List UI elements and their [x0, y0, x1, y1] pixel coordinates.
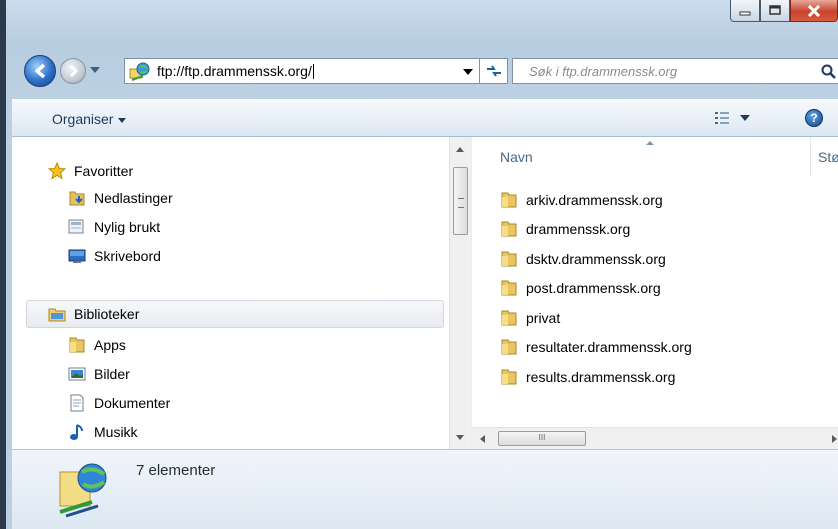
command-bar: Organiser ?	[12, 99, 838, 137]
nav-item-label: Nylig brukt	[94, 219, 161, 235]
column-separator[interactable]	[810, 137, 811, 177]
minimize-icon	[739, 11, 751, 15]
nav-favorites[interactable]: Favoritter	[48, 158, 133, 184]
file-name: privat	[526, 310, 561, 326]
nav-item-label: Dokumenter	[94, 395, 171, 411]
nav-item-music[interactable]: Musikk	[68, 419, 138, 445]
address-text[interactable]: ftp://ftp.drammenssk.org/	[157, 63, 312, 79]
folder-icon	[501, 310, 517, 326]
nav-libraries[interactable]: Biblioteker	[48, 301, 139, 327]
forward-button[interactable]	[60, 58, 86, 84]
sort-ascending-icon	[646, 141, 654, 145]
nav-item-label: Musikk	[94, 424, 138, 440]
nav-item-desktop[interactable]: Skrivebord	[68, 243, 161, 269]
list-item[interactable]: drammenssk.org	[500, 216, 630, 242]
folder-icon	[501, 192, 517, 208]
folder-icon	[501, 280, 517, 296]
refresh-button[interactable]	[480, 58, 508, 84]
forward-arrow-icon	[69, 64, 79, 78]
back-button[interactable]	[24, 55, 56, 87]
documents-icon	[68, 394, 86, 412]
libraries-icon	[48, 305, 66, 323]
folder-icon	[501, 369, 517, 385]
organise-menu-button[interactable]: Organiser	[52, 111, 127, 127]
folder-icon	[501, 221, 517, 237]
nav-item-pictures[interactable]: Bilder	[68, 361, 130, 387]
folder-icon	[501, 339, 517, 355]
column-header-size[interactable]: Stør	[818, 149, 838, 165]
explorer-window: ftp://ftp.drammenssk.org/ Søk i ftp.dram…	[0, 0, 838, 529]
list-item[interactable]: post.drammenssk.org	[500, 275, 661, 301]
list-item[interactable]: privat	[500, 305, 560, 331]
address-bar[interactable]: ftp://ftp.drammenssk.org/	[124, 58, 480, 84]
list-item[interactable]: results.drammenssk.org	[500, 364, 675, 390]
change-view-button[interactable]	[714, 111, 750, 125]
scroll-thumb[interactable]	[453, 167, 468, 235]
downloads-folder-icon	[68, 189, 86, 207]
recent-pages-dropdown-icon[interactable]	[90, 67, 100, 73]
nav-item-label: Apps	[94, 337, 126, 353]
ftp-location-icon	[59, 463, 107, 518]
file-name: resultater.drammenssk.org	[526, 339, 692, 355]
close-icon	[807, 4, 821, 17]
view-details-icon	[715, 112, 729, 124]
nav-item-documents[interactable]: Dokumenter	[68, 390, 170, 416]
caption-buttons	[730, 0, 838, 26]
item-count: 7 elementer	[136, 462, 216, 479]
file-name: results.drammenssk.org	[526, 369, 676, 385]
search-box[interactable]: Søk i ftp.drammenssk.org	[512, 58, 838, 84]
file-name: drammenssk.org	[526, 221, 631, 237]
search-input[interactable]: Søk i ftp.drammenssk.org	[529, 64, 677, 79]
organise-label: Organiser	[52, 111, 114, 127]
nav-item-downloads[interactable]: Nedlastinger	[68, 185, 173, 211]
ftp-location-icon	[129, 62, 150, 81]
folder-icon	[501, 251, 517, 267]
pictures-icon	[68, 365, 86, 383]
help-button[interactable]: ?	[805, 109, 823, 127]
file-name: arkiv.drammenssk.org	[526, 192, 663, 208]
nav-item-apps[interactable]: Apps	[68, 332, 126, 358]
scroll-up-icon[interactable]	[456, 147, 464, 152]
nav-item-label: Nedlastinger	[94, 190, 173, 206]
close-button[interactable]	[790, 0, 838, 22]
file-list: Navn Stør arkiv.drammenssk.org drammenss…	[472, 137, 838, 449]
grip-icon	[458, 198, 464, 208]
recent-places-icon	[68, 218, 86, 236]
nav-vertical-scrollbar[interactable]	[449, 137, 471, 449]
column-header-name[interactable]: Navn	[500, 149, 533, 165]
scroll-down-icon[interactable]	[456, 435, 464, 440]
scroll-thumb[interactable]: III	[498, 431, 586, 446]
file-name: post.drammenssk.org	[526, 280, 661, 296]
help-icon: ?	[810, 111, 818, 125]
chevron-down-icon	[118, 117, 127, 123]
nav-item-label: Bilder	[94, 366, 130, 382]
search-icon[interactable]	[821, 64, 837, 80]
list-item[interactable]: arkiv.drammenssk.org	[500, 187, 663, 213]
nav-item-recent[interactable]: Nylig brukt	[68, 214, 160, 240]
nav-favorites-label: Favoritter	[74, 163, 134, 179]
details-pane: 7 elementer	[12, 449, 838, 529]
navigation-row: ftp://ftp.drammenssk.org/ Søk i ftp.dram…	[24, 54, 838, 88]
back-arrow-icon	[35, 63, 46, 79]
nav-item-label: Skrivebord	[94, 248, 161, 264]
list-item[interactable]: resultater.drammenssk.org	[500, 334, 692, 360]
folder-icon	[68, 336, 86, 354]
scroll-right-icon[interactable]	[832, 435, 837, 443]
nav-libraries-label: Biblioteker	[74, 306, 140, 322]
file-name: dsktv.drammenssk.org	[526, 251, 666, 267]
navigation-pane: Favoritter Nedlastinger Nylig brukt Skri…	[12, 137, 449, 449]
maximize-button[interactable]	[760, 0, 790, 22]
content-horizontal-scrollbar[interactable]: III	[472, 427, 838, 449]
music-icon	[68, 423, 86, 441]
view-dropdown-icon	[740, 115, 750, 121]
minimize-button[interactable]	[730, 0, 760, 22]
refresh-icon	[486, 65, 501, 77]
scroll-left-icon[interactable]	[480, 435, 485, 443]
list-item[interactable]: dsktv.drammenssk.org	[500, 246, 666, 272]
star-icon	[48, 162, 66, 180]
maximize-icon	[769, 5, 781, 15]
address-dropdown-icon[interactable]	[463, 69, 473, 75]
text-caret	[312, 63, 314, 79]
desktop-icon	[68, 247, 86, 265]
